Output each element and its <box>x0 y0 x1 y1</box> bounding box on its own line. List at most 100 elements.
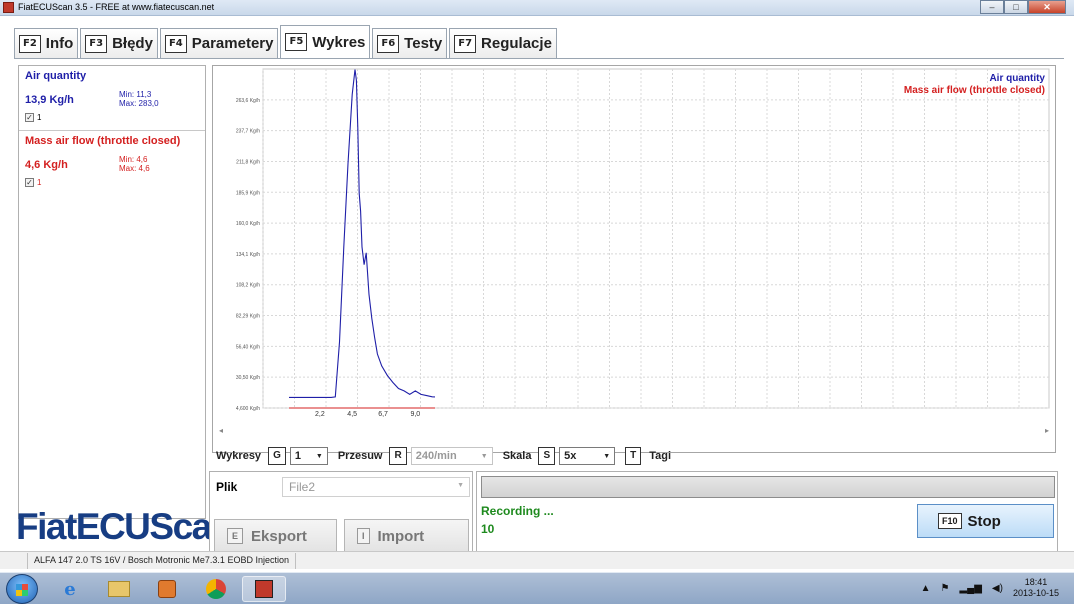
tab-wykres[interactable]: F5 Wykres <box>280 25 371 58</box>
clock[interactable]: 18:41 2013-10-15 <box>1013 577 1059 599</box>
scroll-left-arrow-icon[interactable]: ◂ <box>219 426 223 435</box>
tab-testy[interactable]: F6 Testy <box>372 28 448 58</box>
volume-icon[interactable]: ◀) <box>992 583 1003 594</box>
wykresy-key[interactable]: G <box>268 447 286 465</box>
flag-icon[interactable]: ⚑ <box>940 583 949 594</box>
chrome-icon[interactable] <box>194 576 238 602</box>
fiatecuscan-taskbar-icon[interactable] <box>242 576 286 602</box>
clock-time: 18:41 <box>1024 577 1048 587</box>
przesuw-select[interactable]: 240/min ▼ <box>410 447 493 465</box>
chart-scrollbar[interactable]: ◂ ▸ <box>217 426 1051 437</box>
taskbar: e ▲ ⚑ ▂▄▆ ◀) 18:41 2013-10-15 <box>0 572 1074 604</box>
media-player-icon[interactable] <box>145 576 189 602</box>
tab-bar: F2 Info F3 Błędy F4 Parametery F5 Wykres… <box>14 25 559 58</box>
recording-count: 10 <box>481 522 495 536</box>
window-title: FiatECUScan 3.5 - FREE at www.fiatecusca… <box>18 2 215 12</box>
plik-label: Plik <box>216 480 238 494</box>
window-titlebar[interactable]: FiatECUScan 3.5 - FREE at www.fiatecusca… <box>0 0 1074 16</box>
x-tick-label: 4,5 <box>347 411 357 418</box>
checkbox[interactable]: ✓ <box>25 178 34 187</box>
tray-expand-icon[interactable]: ▲ <box>921 583 931 594</box>
x-tick-label: 2,2 <box>315 411 325 418</box>
dropdown-arrow-icon: ▼ <box>315 452 323 460</box>
parameter-checkbox-row[interactable]: ✓ 1 <box>25 178 41 187</box>
tab-divider <box>14 58 1064 59</box>
y-tick-label: 185,9 Kg/h <box>236 190 260 196</box>
eksport-button[interactable]: E Eksport <box>214 519 337 553</box>
eksport-label: Eksport <box>251 527 307 545</box>
parameter-value: 13,9 Kg/h <box>25 94 74 106</box>
maximize-button[interactable]: □ <box>1004 0 1028 14</box>
skala-label: Skala <box>502 450 532 462</box>
tab-regulacje[interactable]: F7 Regulacje <box>449 28 557 58</box>
stop-button[interactable]: F10 Stop <box>917 504 1054 538</box>
skala-select[interactable]: 5x ▼ <box>559 447 616 465</box>
folder-icon[interactable] <box>97 576 141 602</box>
minimize-button[interactable]: – <box>980 0 1004 14</box>
import-button[interactable]: I Import <box>344 519 469 553</box>
tab-info[interactable]: F2 Info <box>14 28 79 58</box>
clock-date: 2013-10-15 <box>1012 588 1059 598</box>
scroll-right-arrow-icon[interactable]: ▸ <box>1045 426 1049 435</box>
skala-key[interactable]: S <box>538 447 556 465</box>
tab-key: F3 <box>85 34 108 53</box>
ie-icon[interactable]: e <box>48 576 92 602</box>
tab-key: F5 <box>285 33 308 51</box>
tagi-key[interactable]: T <box>625 447 642 465</box>
parameter-item[interactable]: Air quantity 13,9 Kg/h Min: 11,3 Max: 28… <box>19 66 205 130</box>
przesuw-label: Przesuw <box>337 450 383 462</box>
main-window: F2 Info F3 Błędy F4 Parametery F5 Wykres… <box>0 16 1074 570</box>
import-key: I <box>357 528 370 544</box>
start-button[interactable] <box>6 574 38 604</box>
system-tray: ▲ ⚑ ▂▄▆ ◀) 18:41 2013-10-15 <box>921 577 1059 599</box>
parameter-name: Mass air flow (throttle closed) <box>25 135 181 147</box>
vehicle-status-bar: ALFA 147 2.0 TS 16V / Bosch Motronic Me7… <box>0 551 1074 569</box>
parameter-value: 4,6 Kg/h <box>25 159 68 171</box>
tab-key: F7 <box>454 34 477 53</box>
parameter-checkbox-row[interactable]: ✓ 1 <box>25 113 41 122</box>
network-icon[interactable]: ▂▄▆ <box>959 583 981 594</box>
file-select[interactable]: File2 ▼ <box>282 477 470 497</box>
file-value: File2 <box>289 480 316 494</box>
checkbox-label: 1 <box>37 113 42 122</box>
fiatecuscan-logo: FiatECUScan <box>16 506 233 547</box>
skala-value: 5x <box>564 450 577 462</box>
tab-label: Testy <box>404 35 443 52</box>
stop-label: Stop <box>967 512 1001 530</box>
parameter-min: Min: 11,3 <box>119 90 152 99</box>
parameter-minmax: Min: 11,3 Max: 283,0 <box>119 90 159 108</box>
vehicle-info: ALFA 147 2.0 TS 16V / Bosch Motronic Me7… <box>27 553 296 569</box>
przesuw-key[interactable]: R <box>389 447 407 465</box>
y-tick-label: 237,7 Kg/h <box>236 129 260 135</box>
wykresy-select[interactable]: 1 ▼ <box>289 447 328 465</box>
tab-label: Info <box>45 35 74 52</box>
y-tick-label: 211,8 Kg/h <box>236 159 260 165</box>
tab-label: Wykres <box>312 33 366 51</box>
tab-key: F2 <box>19 34 41 53</box>
parameter-name: Air quantity <box>25 70 87 82</box>
y-tick-label: 56,40 Kg/h <box>236 344 260 350</box>
tab-label: Regulacje <box>481 35 552 52</box>
chart-panel: 4,600 Kg/h 30,50 Kg/h 56,40 Kg/h 82,29 Kg/h… <box>212 65 1056 453</box>
tab-bledy[interactable]: F3 Błędy <box>80 28 158 58</box>
series-line-air-quantity <box>289 69 436 398</box>
przesuw-value: 240/min <box>415 450 457 462</box>
tab-parametery[interactable]: F4 Parametery <box>159 28 279 58</box>
plot-area <box>262 68 1050 409</box>
stop-key: F10 <box>938 513 962 529</box>
tab-label: Parametery <box>191 35 274 52</box>
tagi-label: Tagi <box>649 450 672 462</box>
checkbox[interactable]: ✓ <box>25 113 34 122</box>
import-label: Import <box>377 527 425 545</box>
dropdown-arrow-icon: ▼ <box>457 482 464 489</box>
recording-status: Recording ... <box>481 504 554 518</box>
wykresy-value: 1 <box>294 450 301 462</box>
file-panel: Plik File2 ▼ E Eksport I Import <box>209 471 473 556</box>
parameter-max: Max: 283,0 <box>119 99 159 108</box>
wykresy-label: Wykresy <box>216 450 262 462</box>
y-tick-label: 108,2 Kg/h <box>236 283 260 289</box>
parameter-item[interactable]: Mass air flow (throttle closed) 4,6 Kg/h… <box>19 130 205 194</box>
tab-label: Błędy <box>112 35 153 52</box>
close-button[interactable]: ✕ <box>1028 0 1066 14</box>
parameter-panel: Air quantity 13,9 Kg/h Min: 11,3 Max: 28… <box>18 65 206 519</box>
